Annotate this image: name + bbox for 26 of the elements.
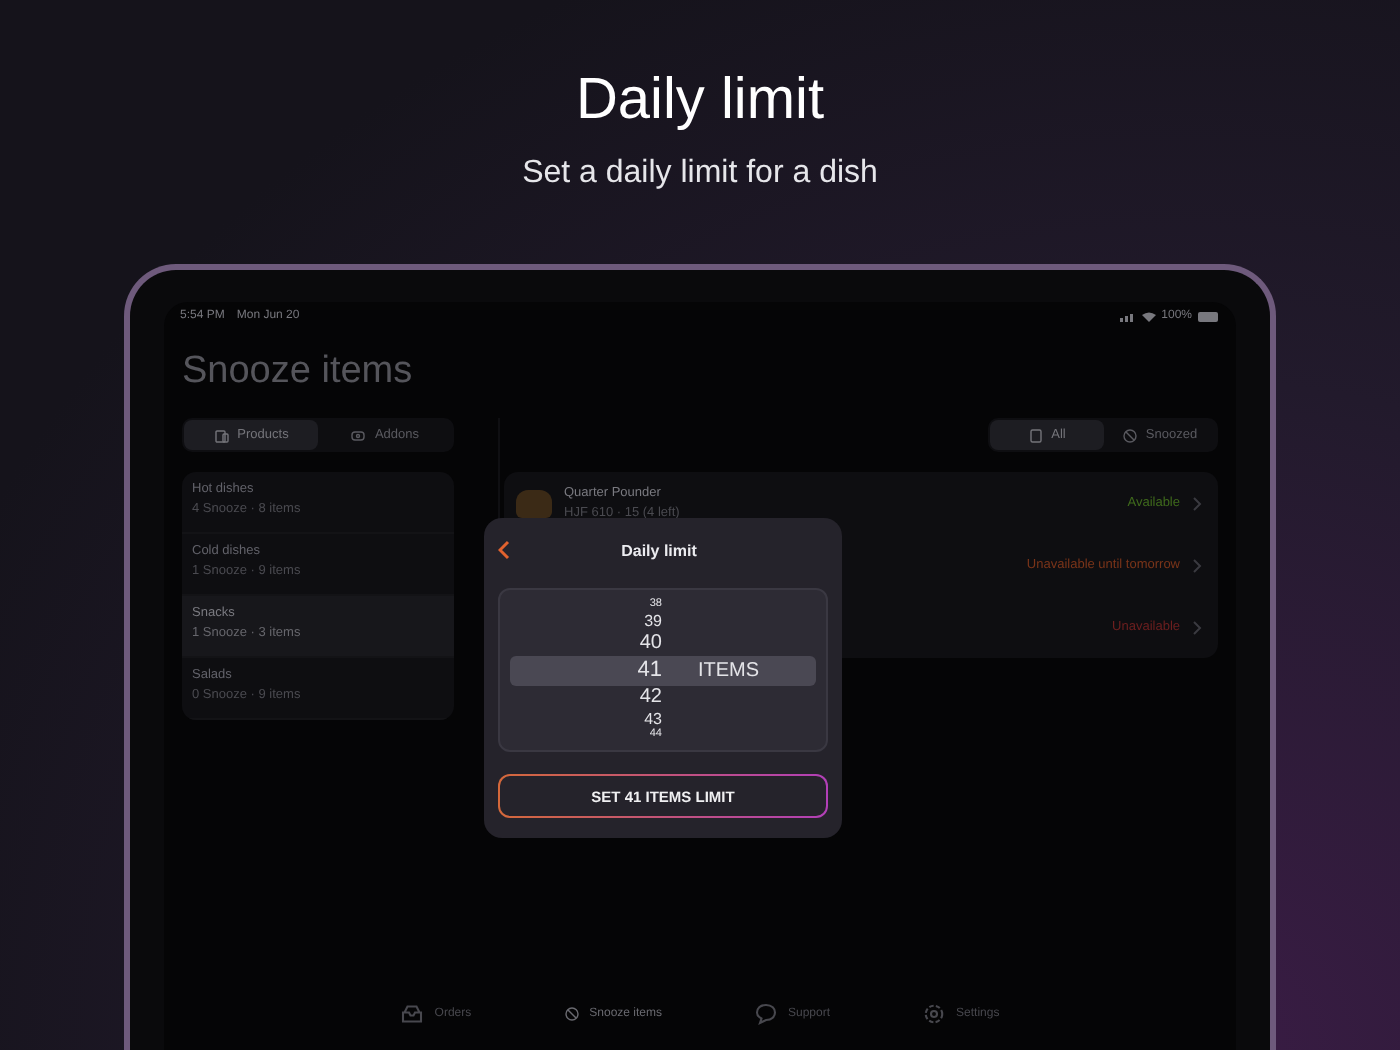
chevron-right-icon: [1192, 619, 1202, 635]
screen-title: Snooze items: [180, 348, 415, 394]
wifi-icon: [1141, 311, 1156, 321]
battery-icon: [1198, 311, 1220, 321]
chevron-right-icon: [1192, 495, 1202, 511]
picker-value: 43: [642, 711, 664, 727]
document-icon: [1027, 427, 1044, 443]
puzzle-icon: [350, 427, 367, 443]
picker-value: 40: [637, 633, 664, 653]
picker-value: 42: [637, 687, 664, 707]
back-icon[interactable]: [498, 540, 510, 560]
burger-photo: [516, 489, 552, 517]
tray-icon: [400, 1002, 425, 1026]
chat-icon: [754, 1002, 778, 1026]
chevron-right-icon: [1192, 557, 1202, 573]
subheadline: Set a daily limit for a dish: [522, 156, 878, 192]
picker-value: 39: [642, 613, 664, 629]
settings-icon: [922, 1002, 947, 1026]
picker-value: 41: [635, 659, 664, 681]
ban-icon: [1121, 427, 1138, 443]
signal-icon: [1119, 311, 1136, 321]
ban-icon: [563, 1006, 580, 1022]
headline: Daily limit: [575, 68, 825, 132]
dialog-title: Daily limit: [619, 541, 699, 559]
box-icon: [213, 427, 230, 443]
picker-unit: ITEMS: [698, 659, 760, 681]
